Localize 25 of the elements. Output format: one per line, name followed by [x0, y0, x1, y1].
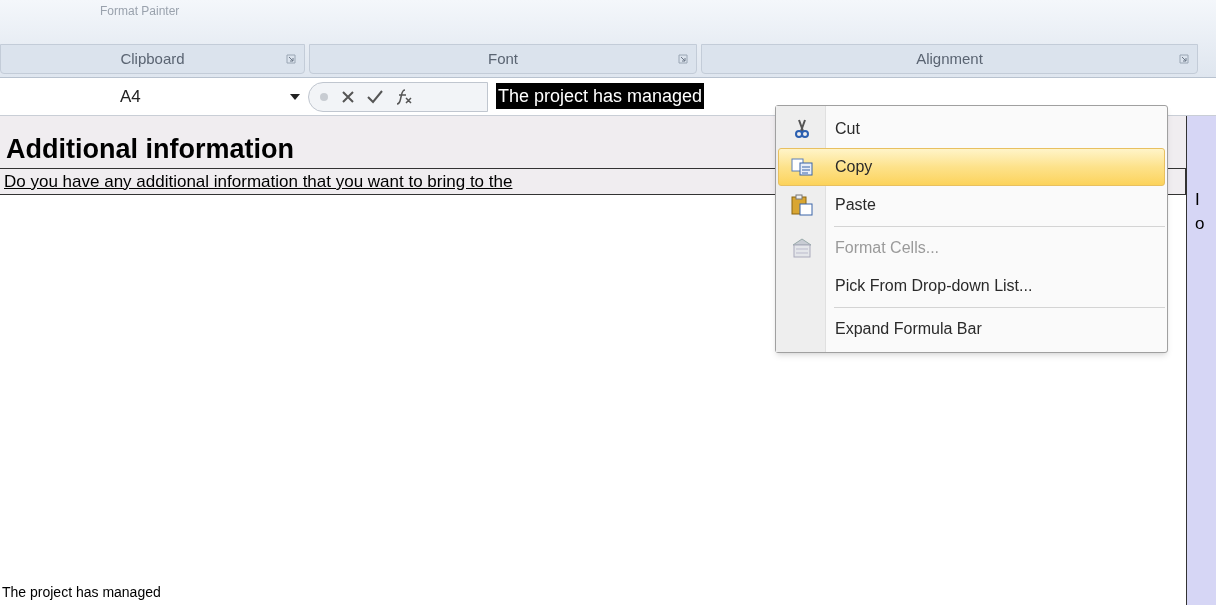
ribbon-group-label: Font [309, 44, 697, 74]
formula-input-selection[interactable]: The project has managed [496, 83, 705, 109]
cell-text: The project has managed [1, 583, 161, 602]
menu-item[interactable]: Cut [778, 110, 1165, 148]
side-text: I [1195, 189, 1201, 211]
checkmark-icon[interactable] [367, 89, 383, 104]
dialog-launcher-icon[interactable] [286, 54, 296, 64]
format-cells-icon [791, 237, 813, 259]
name-box[interactable]: A4 [0, 81, 290, 112]
circle-icon [319, 91, 329, 102]
dialog-launcher-icon[interactable] [1179, 54, 1189, 64]
function-icon[interactable] [395, 88, 413, 105]
dropdown-caret-icon[interactable] [290, 93, 300, 100]
clipboard-icon [791, 194, 813, 216]
scissors-icon [793, 119, 811, 139]
cancel-icon[interactable] [341, 89, 355, 104]
copy-icon [791, 158, 813, 176]
ribbon-group-label: Clipboard [0, 44, 305, 74]
menu-item[interactable]: Pick From Drop-down List... [778, 267, 1165, 305]
side-text: o [1195, 213, 1206, 235]
dialog-launcher-icon[interactable] [678, 54, 688, 64]
menu-item[interactable]: Copy [778, 148, 1165, 186]
ribbon-group-label: Alignment [701, 44, 1198, 74]
section-heading: Additional information [5, 134, 295, 164]
menu-item[interactable]: Expand Formula Bar [778, 310, 1165, 348]
